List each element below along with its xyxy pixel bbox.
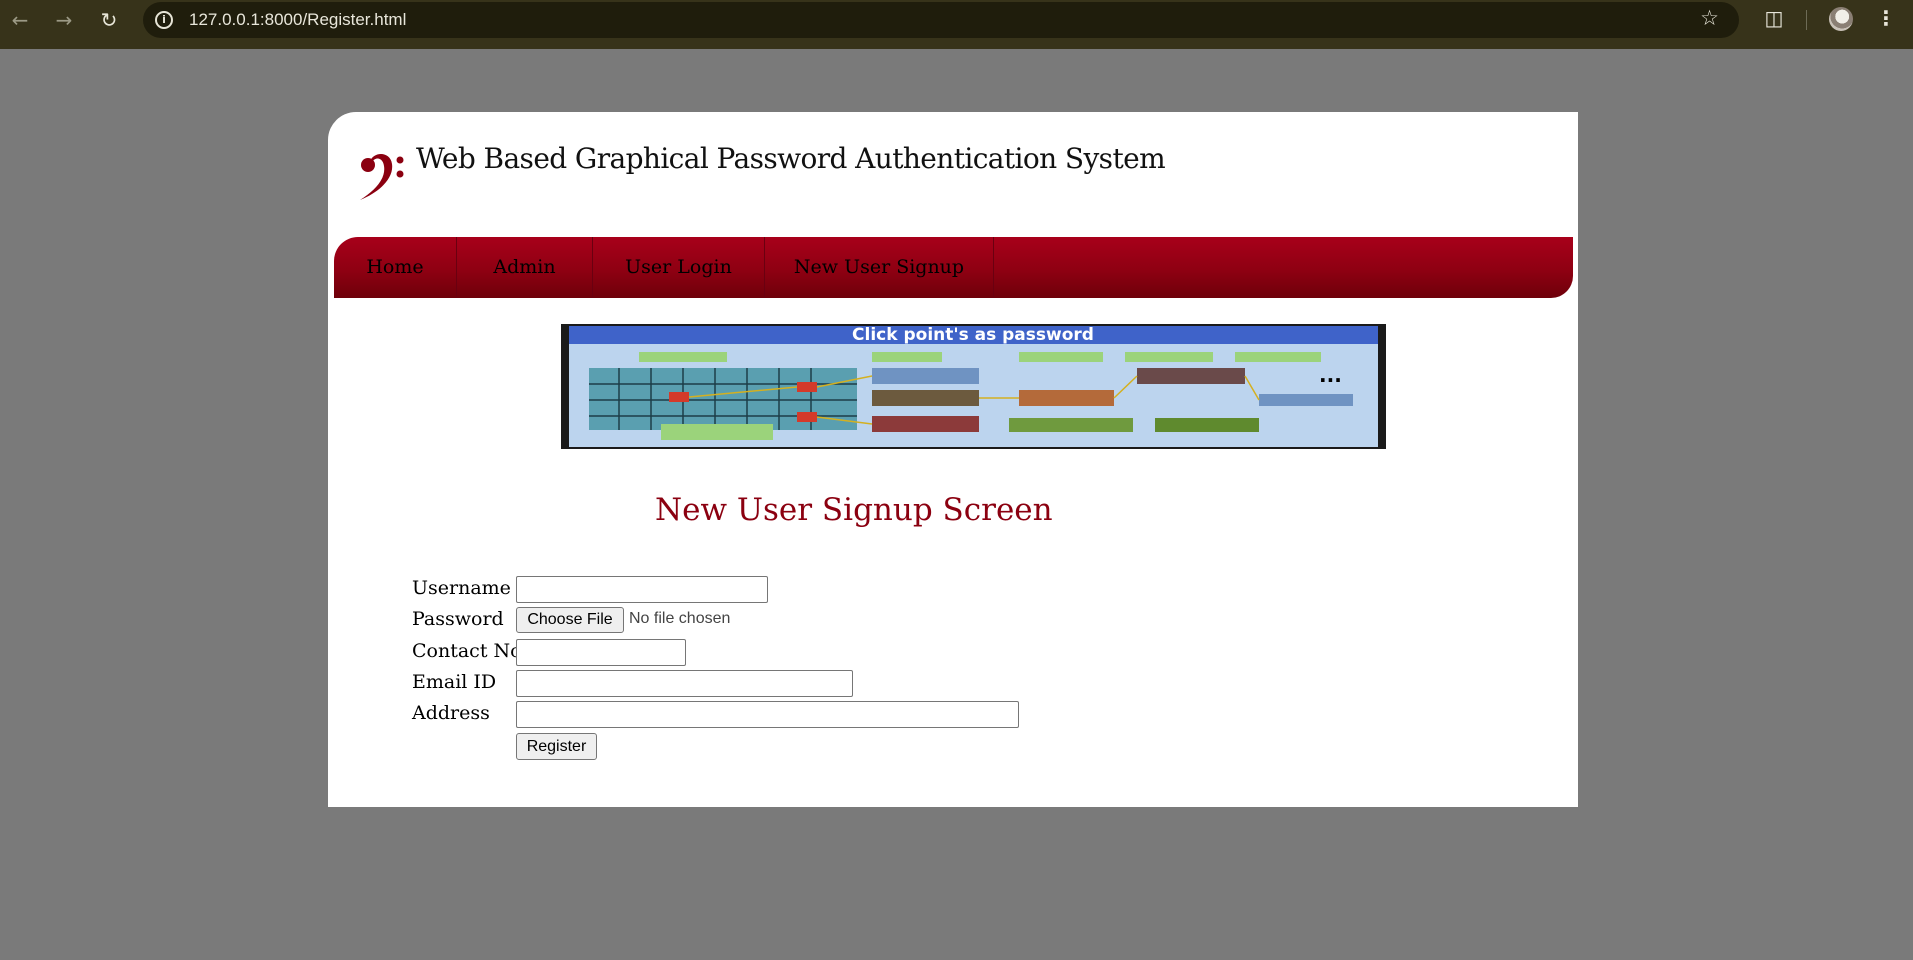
contact-field[interactable] <box>516 639 686 666</box>
reload-icon[interactable]: ↻ <box>95 6 123 34</box>
browser-toolbar: ← → ↻ i 127.0.0.1:8000/Register.html ☆ ◫… <box>0 0 1913 49</box>
file-status: No file chosen <box>629 610 731 627</box>
menu-item-home[interactable]: Home <box>334 237 456 298</box>
password-label: Password <box>412 608 504 630</box>
banner-caption: Click point's as password <box>852 326 1094 345</box>
contact-label: Contact No <box>412 640 522 662</box>
email-field[interactable] <box>516 670 853 697</box>
page-container: Web Based Graphical Password Authenticat… <box>328 112 1578 807</box>
back-icon[interactable]: ← <box>6 6 34 34</box>
menu-item-admin[interactable]: Admin <box>457 237 592 298</box>
extensions-icon[interactable]: ◫ <box>1762 6 1786 32</box>
bass-clef-icon <box>360 154 404 200</box>
address-label: Address <box>412 702 490 724</box>
menu-item-user-login[interactable]: User Login <box>593 237 764 298</box>
address-bar[interactable]: i 127.0.0.1:8000/Register.html ☆ <box>143 2 1739 38</box>
main-menu: Home Admin User Login New User Signup <box>334 237 1573 298</box>
menu-icon[interactable]: ⋮ <box>1876 5 1896 33</box>
choose-file-button[interactable]: Choose File <box>516 607 624 633</box>
username-field[interactable] <box>516 576 768 603</box>
register-button[interactable]: Register <box>516 733 597 760</box>
svg-text:...: ... <box>1319 363 1342 387</box>
graphical-password-banner: Click point's as password ... <box>561 324 1386 449</box>
url-text[interactable]: 127.0.0.1:8000/Register.html <box>189 10 406 30</box>
avatar[interactable] <box>1829 7 1853 31</box>
toolbar-divider <box>1806 10 1807 30</box>
menu-item-new-user-signup[interactable]: New User Signup <box>765 237 993 298</box>
info-icon[interactable]: i <box>155 11 173 29</box>
forward-icon[interactable]: → <box>50 6 78 34</box>
email-label: Email ID <box>412 671 497 693</box>
site-title: Web Based Graphical Password Authenticat… <box>416 142 1166 175</box>
address-field[interactable] <box>516 701 1019 728</box>
username-label: Username <box>412 577 511 599</box>
menu-divider <box>993 237 994 298</box>
form-title: New User Signup Screen <box>655 492 1053 528</box>
star-icon[interactable]: ☆ <box>1700 6 1719 30</box>
